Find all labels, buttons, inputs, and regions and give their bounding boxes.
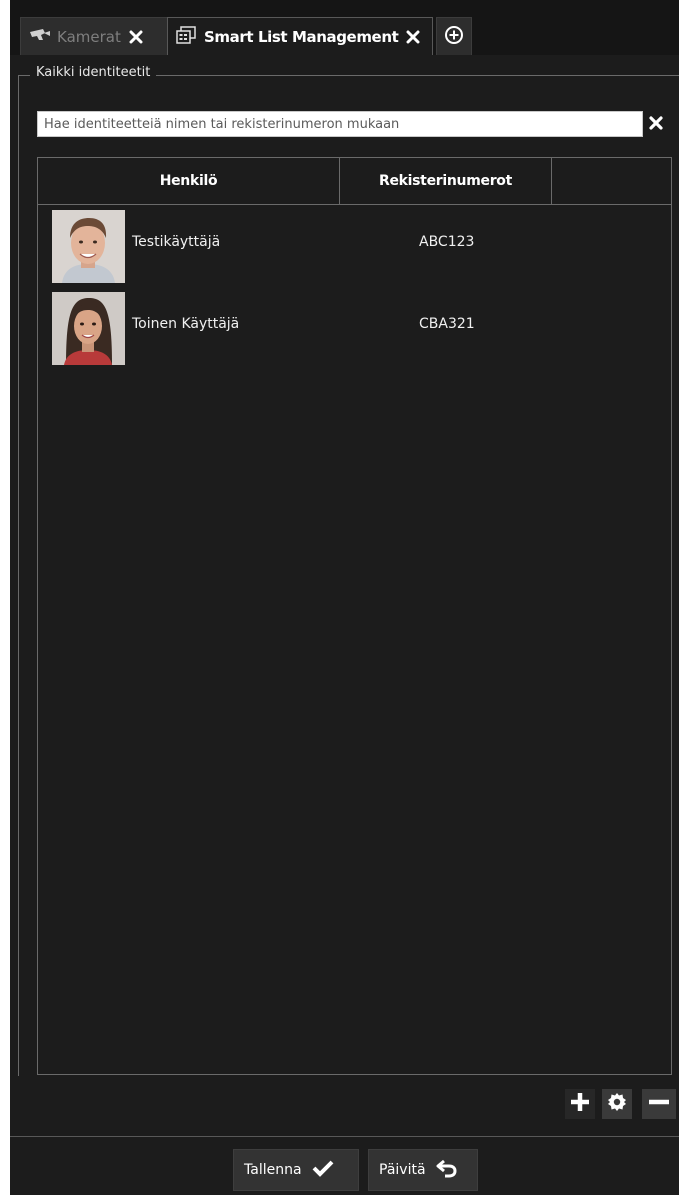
- column-header-plates[interactable]: Rekisterinumerot: [340, 158, 552, 204]
- left-edge-strip: [0, 0, 10, 1195]
- person-photo: [52, 292, 125, 365]
- tab-bar: Kamerat Smart List Management: [10, 0, 679, 55]
- table-row[interactable]: Toinen Käyttäjä CBA321: [38, 286, 671, 366]
- plus-circle-icon: [444, 25, 464, 49]
- camera-icon: [29, 27, 51, 46]
- close-icon[interactable]: [406, 30, 420, 44]
- tab-smart-list-label: Smart List Management: [204, 27, 399, 46]
- refresh-button-label: Päivitä: [379, 1162, 426, 1178]
- column-header-person[interactable]: Henkilö: [38, 158, 340, 204]
- refresh-button[interactable]: Päivitä: [368, 1149, 478, 1191]
- person-photo: [52, 210, 125, 283]
- table-header: Henkilö Rekisterinumerot: [38, 158, 671, 205]
- clear-search-icon[interactable]: [648, 115, 664, 135]
- tab-cameras-label: Kamerat: [57, 27, 121, 46]
- remove-identity-button[interactable]: [642, 1089, 676, 1119]
- license-plate: ABC123: [419, 234, 475, 250]
- save-button[interactable]: Tallenna: [233, 1149, 359, 1191]
- table-row[interactable]: Testikäyttäjä ABC123: [38, 204, 671, 284]
- search-input[interactable]: [37, 111, 643, 137]
- gear-icon: [607, 1092, 627, 1116]
- license-plate: CBA321: [419, 316, 475, 332]
- person-name: Toinen Käyttäjä: [132, 316, 240, 332]
- checkmark-icon: [312, 1159, 334, 1181]
- group-title: Kaikki identiteetit: [30, 65, 157, 80]
- smart-list-icon: [176, 25, 196, 48]
- save-button-label: Tallenna: [244, 1162, 302, 1178]
- settings-button[interactable]: [602, 1089, 632, 1119]
- minus-icon: [647, 1091, 671, 1117]
- tab-cameras[interactable]: Kamerat: [20, 17, 170, 55]
- identities-table: Henkilö Rekisterinumerot Testikäyttäjä A…: [37, 157, 672, 1075]
- column-header-extra[interactable]: [552, 158, 671, 204]
- close-icon[interactable]: [129, 30, 143, 44]
- plus-icon: [569, 1091, 591, 1117]
- person-name: Testikäyttäjä: [132, 234, 221, 250]
- add-identity-button[interactable]: [565, 1089, 595, 1119]
- tab-smart-list-management[interactable]: Smart List Management: [167, 17, 433, 55]
- undo-arrow-icon: [436, 1158, 458, 1182]
- app-window: Kamerat Smart List Management Kaikki ide…: [10, 0, 679, 1195]
- add-tab-button[interactable]: [436, 17, 472, 55]
